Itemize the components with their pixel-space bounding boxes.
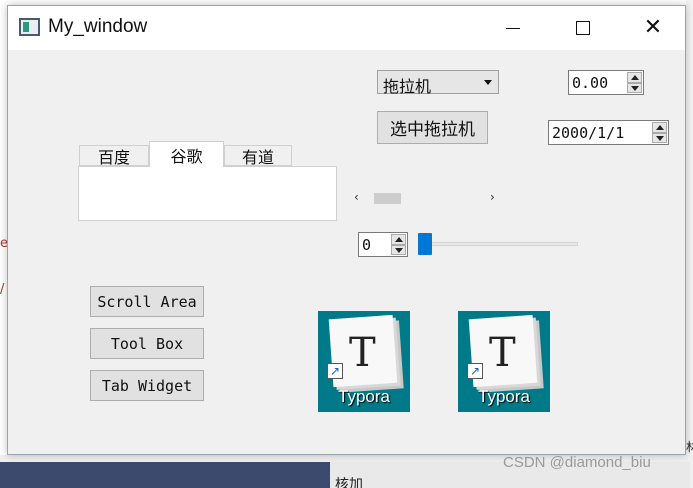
tab-google[interactable]: 谷歌 xyxy=(149,141,224,167)
background-text: / xyxy=(0,282,5,297)
date-value: 2000/1/1 xyxy=(552,124,625,142)
background-text: 核加 xyxy=(335,477,363,488)
scroll-right-icon[interactable]: › xyxy=(490,190,495,204)
integer-spin-value: 0 xyxy=(362,236,372,254)
scroll-left-icon[interactable]: ‹ xyxy=(354,190,359,204)
double-spin-value: 0.00 xyxy=(572,74,609,92)
shortcut-arrow-icon: ↗ xyxy=(467,363,483,379)
spin-buttons xyxy=(652,122,667,143)
minimize-button[interactable] xyxy=(478,6,548,50)
shortcut-arrow-icon: ↗ xyxy=(327,363,343,379)
app-window-icon xyxy=(19,18,40,36)
background-text: 林 xyxy=(686,440,693,454)
spin-buttons xyxy=(391,234,406,255)
slider-handle[interactable] xyxy=(418,233,432,255)
spin-buttons xyxy=(627,72,642,93)
title-bar[interactable]: My_window ✕ xyxy=(8,6,685,50)
tab-youdao[interactable]: 有道 xyxy=(224,145,292,167)
tool-box-button[interactable]: Tool Box xyxy=(90,328,204,359)
tab-content-pane xyxy=(78,166,337,221)
dropdown-arrow-icon xyxy=(484,80,492,85)
date-edit[interactable]: 2000/1/1 xyxy=(548,120,669,145)
spin-down-icon[interactable] xyxy=(627,82,642,93)
slider-track[interactable] xyxy=(418,242,578,246)
spin-down-icon[interactable] xyxy=(652,132,667,143)
close-button[interactable]: ✕ xyxy=(618,6,688,50)
scroll-area-button[interactable]: Scroll Area xyxy=(90,286,204,317)
main-window: My_window ✕ 拖拉机 选中拖拉机 0.00 2000/1/1 百度 谷… xyxy=(7,5,686,471)
client-area: 拖拉机 选中拖拉机 0.00 2000/1/1 百度 谷歌 有道 ‹ › 0 S… xyxy=(8,50,685,471)
maximize-button[interactable] xyxy=(548,6,618,50)
typora-shortcut-icon[interactable]: T ↗ Typora xyxy=(318,311,410,412)
select-tractor-button[interactable]: 选中拖拉机 xyxy=(377,111,488,144)
tab-baidu[interactable]: 百度 xyxy=(79,145,149,167)
window-title: My_window xyxy=(48,16,148,37)
horizontal-slider[interactable] xyxy=(418,233,580,255)
vehicle-combo-box[interactable]: 拖拉机 xyxy=(377,70,499,96)
close-icon: ✕ xyxy=(643,15,663,40)
scrollbar-thumb[interactable] xyxy=(374,193,401,204)
typora-logo: T xyxy=(349,330,376,376)
background-window-right xyxy=(686,0,693,488)
spin-up-icon[interactable] xyxy=(627,72,642,83)
icon-label: Typora xyxy=(478,387,530,406)
minimize-icon xyxy=(506,27,520,29)
spin-up-icon[interactable] xyxy=(652,122,667,133)
spin-down-icon[interactable] xyxy=(391,244,406,255)
icon-label: Typora xyxy=(338,387,390,406)
typora-shortcut-icon[interactable]: T ↗ Typora xyxy=(458,311,550,412)
taskbar xyxy=(0,462,330,488)
tab-widget-button[interactable]: Tab Widget xyxy=(90,370,204,401)
typora-logo: T xyxy=(489,330,516,376)
spin-up-icon[interactable] xyxy=(391,234,406,245)
double-spin-box[interactable]: 0.00 xyxy=(568,70,644,95)
combo-selected-value: 拖拉机 xyxy=(383,77,432,96)
watermark: CSDN @diamond_biu xyxy=(503,454,651,471)
maximize-icon xyxy=(576,21,590,35)
horizontal-scrollbar[interactable]: ‹ › xyxy=(348,190,508,206)
integer-spin-box[interactable]: 0 xyxy=(358,232,408,257)
